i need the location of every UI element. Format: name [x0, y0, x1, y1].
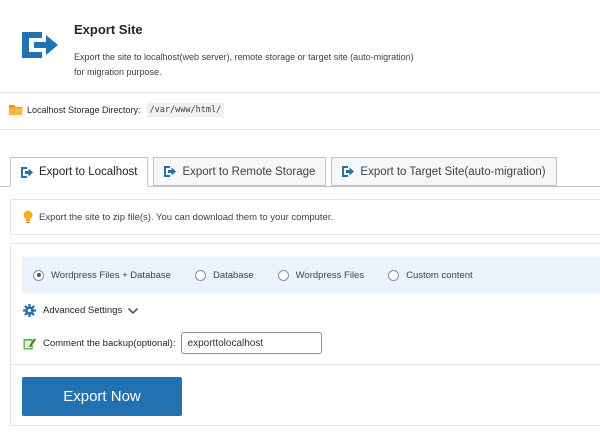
export-now-button[interactable]: Export Now: [22, 377, 182, 416]
comment-input[interactable]: [180, 332, 322, 354]
gear-icon: [23, 304, 36, 317]
tab-label: Export to Target Site(auto-migration): [360, 165, 546, 178]
radio-label: Custom content: [406, 269, 473, 281]
storage-directory-label: Localhost Storage Directory:: [27, 105, 141, 115]
advanced-settings-label: Advanced Settings: [43, 305, 123, 316]
export-tabs: Export to Localhost Export to Remote Sto…: [10, 157, 562, 187]
storage-directory-path: /var/www/html/: [146, 103, 225, 117]
radio-button[interactable]: [33, 269, 44, 281]
comment-label: Comment the backup(optional):: [43, 337, 176, 349]
export-icon: [342, 166, 355, 177]
radio-wordpress-files[interactable]: Wordpress Files: [277, 269, 365, 281]
lightbulb-icon: [23, 210, 33, 224]
divider: [0, 129, 600, 130]
tab-export-target-site[interactable]: Export to Target Site(auto-migration): [331, 157, 557, 186]
divider: [0, 92, 600, 93]
tab-export-localhost[interactable]: Export to Localhost: [10, 157, 149, 187]
edit-icon: [23, 337, 36, 350]
export-icon: [21, 166, 33, 178]
export-icon: [164, 166, 177, 177]
info-text: Export the site to zip file(s). You can …: [39, 211, 334, 223]
storage-directory-row: Localhost Storage Directory: /var/www/ht…: [8, 103, 225, 117]
radio-label: Wordpress Files: [295, 269, 365, 281]
radio-button[interactable]: [388, 269, 400, 281]
radio-database[interactable]: Database: [194, 269, 254, 281]
page-description: Export the site to localhost(web server)…: [74, 52, 414, 77]
info-box: Export the site to zip file(s). You can …: [10, 199, 600, 235]
comment-row: Comment the backup(optional):: [23, 332, 322, 354]
folder-icon: [9, 105, 23, 115]
backup-content-options: Wordpress Files + Database Database Word…: [22, 257, 600, 293]
radio-files-database[interactable]: Wordpress Files + Database: [33, 269, 171, 281]
page-header: Export Site Export the site to localhost…: [0, 0, 600, 92]
radio-custom-content[interactable]: Custom content: [388, 269, 473, 281]
page-title: Export Site: [74, 22, 143, 37]
radio-label: Wordpress Files + Database: [51, 269, 171, 281]
advanced-settings-toggle[interactable]: Advanced Settings: [23, 304, 139, 317]
divider: [11, 364, 600, 365]
tab-label: Export to Localhost: [39, 166, 138, 178]
tab-export-remote-storage[interactable]: Export to Remote Storage: [153, 157, 327, 186]
export-options-panel: Wordpress Files + Database Database Word…: [10, 243, 600, 426]
chevron-down-icon: [128, 307, 139, 314]
export-icon: [22, 32, 58, 58]
radio-label: Database: [212, 269, 254, 281]
radio-button[interactable]: [194, 269, 206, 281]
radio-button[interactable]: [277, 269, 289, 281]
tab-label: Export to Remote Storage: [182, 165, 316, 178]
